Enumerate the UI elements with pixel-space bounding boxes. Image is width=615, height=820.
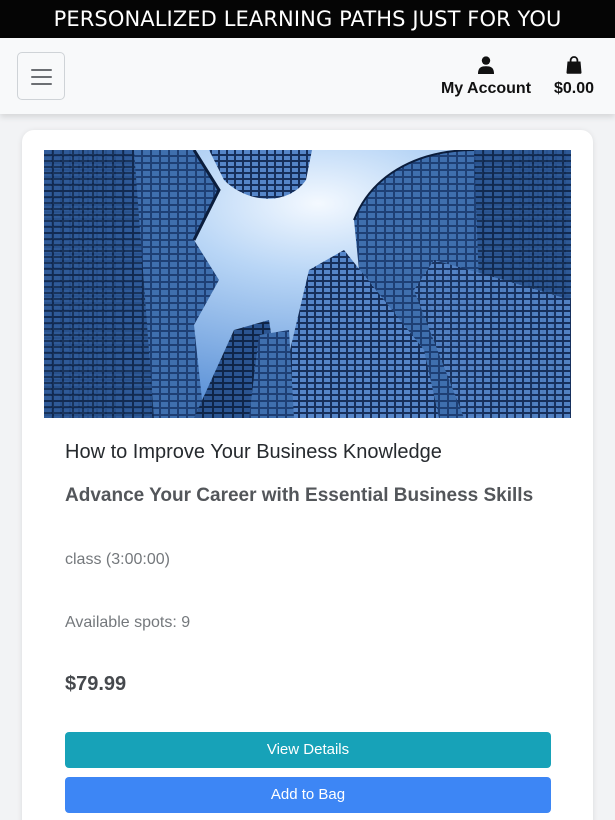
shopping-bag-link[interactable]: $0.00 <box>550 56 598 98</box>
bag-total: $0.00 <box>553 80 595 97</box>
available-spots: Available spots: 9 <box>65 614 191 631</box>
course-title[interactable]: How to Improve Your Business Knowledge <box>65 441 442 464</box>
course-price: $79.99 <box>65 673 127 695</box>
top-navbar: My Account $0.00 <box>0 38 615 114</box>
my-account-label: My Account <box>440 80 532 97</box>
course-image <box>44 150 571 418</box>
menu-toggle-button[interactable] <box>17 52 65 100</box>
view-details-button[interactable]: View Details <box>65 732 551 768</box>
my-account-link[interactable]: My Account <box>436 56 536 98</box>
course-type: class (3:00:00) <box>65 551 170 568</box>
course-subtitle: Advance Your Career with Essential Busin… <box>65 485 534 506</box>
user-icon <box>436 56 536 76</box>
promo-banner: PERSONALIZED LEARNING PATHS JUST FOR YOU <box>0 0 615 38</box>
shopping-bag-icon <box>550 56 598 76</box>
promo-banner-text: PERSONALIZED LEARNING PATHS JUST FOR YOU <box>53 7 562 31</box>
add-to-bag-button[interactable]: Add to Bag <box>65 777 551 813</box>
course-card: How to Improve Your Business Knowledge A… <box>22 130 593 820</box>
